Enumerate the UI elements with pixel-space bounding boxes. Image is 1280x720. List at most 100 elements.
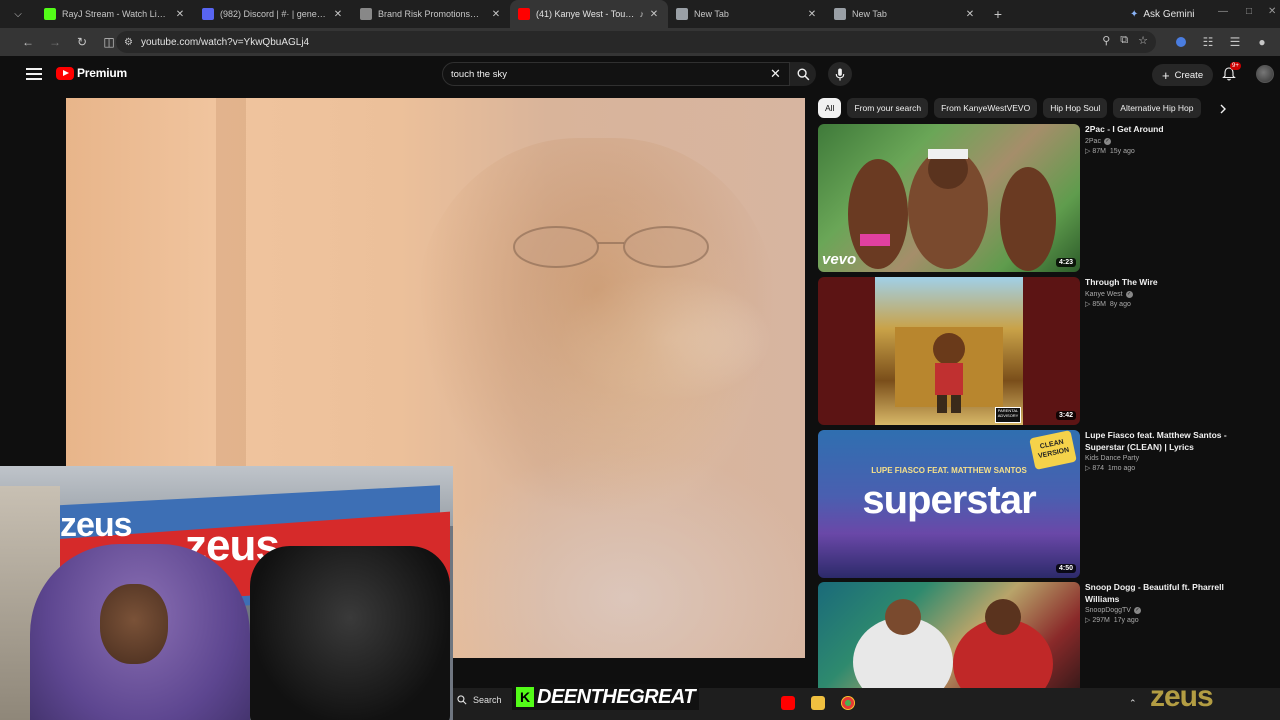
clear-search-icon[interactable]: ✕ [770, 66, 781, 82]
browser-tab[interactable]: Brand Risk Promotions™ Event: ✕ [352, 0, 510, 28]
close-tab-icon[interactable]: ✕ [332, 9, 344, 20]
reload-icon[interactable]: ↻ [70, 30, 94, 54]
channel-name[interactable]: Kanye West ✓ [1085, 290, 1235, 298]
account-avatar[interactable] [1256, 65, 1274, 83]
duration-badge: 4:23 [1055, 258, 1076, 267]
close-tab-icon[interactable]: ✕ [490, 9, 502, 20]
video-thumbnail[interactable]: PARENTAL ADVISORY 3:42 [818, 277, 1080, 425]
filter-chip[interactable]: Hip Hop Soul [1043, 98, 1108, 118]
zoom-icon[interactable]: ⚲ [1102, 34, 1110, 47]
channel-label: SnoopDoggTV [1085, 607, 1131, 614]
video-frame-detail [416, 138, 776, 518]
duration-badge: 4:50 [1055, 564, 1076, 573]
verified-icon: ✓ [1133, 607, 1141, 614]
url-text: youtube.com/watch?v=YkwQbuAGLj4 [140, 36, 310, 48]
channel-label: Kanye West [1085, 290, 1123, 298]
kick-logo: K [516, 687, 534, 707]
install-app-icon[interactable]: ⧉ [1120, 34, 1128, 47]
recommendation-item[interactable]: Snoop Dogg - Beautiful ft. Pharrell Will… [818, 582, 1238, 688]
tab-search-icon[interactable]: ⌵ [0, 0, 36, 28]
filter-chip[interactable]: All [818, 98, 842, 118]
bookmark-star-icon[interactable]: ☆ [1138, 34, 1148, 47]
filter-chip[interactable]: From your search [847, 98, 929, 118]
bear-mascot-art [895, 327, 1003, 413]
screen: ⌵ RayJ Stream - Watch Live on Ki✕(982) D… [0, 0, 1280, 720]
video-title[interactable]: Through The Wire [1085, 277, 1235, 289]
address-bar[interactable]: ⚙ youtube.com/watch?v=YkwQbuAGLj4 ⚲ ⧉ ☆ [116, 31, 1156, 53]
search-button[interactable] [790, 62, 816, 86]
channel-label: 2Pac [1085, 137, 1101, 145]
vevo-logo: vevo [822, 251, 857, 268]
browser-tab[interactable]: (41) Kanye West - Touch Th ♪ ✕ [510, 0, 668, 28]
browser-tab[interactable]: New Tab ✕ [826, 0, 984, 28]
video-thumbnail[interactable]: LUPE FIASCO FEAT. MATTHEW SANTOS superst… [818, 430, 1080, 578]
upload-age: 15y ago [1109, 147, 1135, 155]
close-tab-icon[interactable]: ✕ [806, 9, 818, 20]
channel-name[interactable]: Kids Dance Party [1085, 455, 1235, 462]
duration-badge: 3:42 [1055, 411, 1076, 420]
extensions-puzzle-icon[interactable]: ☷ [1196, 30, 1220, 54]
menu-icon[interactable] [26, 68, 42, 80]
video-thumbnail[interactable]: vevo 4:23 [818, 124, 1080, 272]
video-frame-detail [513, 226, 709, 268]
site-info-icon[interactable]: ⚙ [124, 37, 133, 48]
back-icon[interactable]: ← [16, 30, 40, 54]
gaming-chair [250, 546, 450, 720]
chevron-right-icon[interactable] [1214, 100, 1232, 118]
search-input[interactable]: touch the sky [442, 62, 790, 86]
upload-age: 8y ago [1109, 300, 1131, 308]
youtube-play-icon [56, 66, 74, 80]
video-stats: ▷ 297M 17y ago [1085, 617, 1139, 624]
video-thumbnail[interactable] [818, 582, 1080, 688]
reading-list-icon[interactable]: ☰ [1223, 30, 1247, 54]
profile-icon[interactable]: ● [1250, 30, 1274, 54]
close-tab-icon[interactable]: ✕ [964, 9, 976, 20]
search-icon [797, 68, 809, 80]
video-stats: ▷ 87M 15y ago [1085, 147, 1135, 155]
file-explorer-icon[interactable] [811, 696, 825, 710]
extension-icon[interactable] [1169, 30, 1193, 54]
create-button[interactable]: + Create [1152, 64, 1214, 86]
filter-chip[interactable]: From KanyeWestVEVO [934, 98, 1038, 118]
filter-chip[interactable]: Alternative Hip Hop [1113, 98, 1201, 118]
video-title[interactable]: Snoop Dogg - Beautiful ft. Pharrell Will… [1085, 582, 1235, 605]
youtube-favicon-icon [518, 8, 530, 20]
chevron-up-icon[interactable]: ⌃ [1129, 698, 1139, 708]
recommendation-item[interactable]: PARENTAL ADVISORY 3:42 Through The Wire K… [818, 277, 1238, 425]
minimize-icon[interactable]: — [1218, 6, 1228, 17]
browser-tab[interactable]: RayJ Stream - Watch Live on Ki ✕ [36, 0, 194, 28]
chrome-icon[interactable] [841, 696, 855, 710]
clean-version-badge: CLEAN VERSION [1029, 430, 1077, 471]
new-tab-button[interactable]: + [984, 6, 1012, 22]
create-label: Create [1174, 69, 1204, 81]
chrome-favicon-icon [834, 8, 846, 20]
browser-tab[interactable]: (982) Discord | #· | general | ✕ [194, 0, 352, 28]
youtube-app-icon[interactable] [781, 696, 795, 710]
maximize-icon[interactable]: □ [1246, 6, 1252, 17]
forward-icon[interactable]: → [43, 30, 67, 54]
brand-favicon-icon [360, 8, 372, 20]
browser-tab[interactable]: New Tab ✕ [668, 0, 826, 28]
tab-audio-icon[interactable]: ♪ [640, 9, 645, 19]
youtube-logo[interactable]: Premium [56, 66, 127, 80]
tab-label: RayJ Stream - Watch Live on Ki [62, 9, 170, 19]
chrome-favicon-icon [676, 8, 688, 20]
taskbar-search[interactable]: Search [457, 695, 502, 705]
voice-search-button[interactable] [828, 62, 852, 86]
verified-icon: ✓ [1103, 137, 1111, 145]
tab-list: RayJ Stream - Watch Live on Ki✕(982) Dis… [36, 0, 984, 28]
channel-name[interactable]: SnoopDoggTV ✓ [1085, 607, 1235, 614]
close-tab-icon[interactable]: ✕ [174, 9, 186, 20]
video-title[interactable]: 2Pac - I Get Around [1085, 124, 1235, 136]
channel-name[interactable]: 2Pac ✓ [1085, 137, 1235, 145]
notification-badge: 9+ [1230, 62, 1241, 70]
ask-gemini-button[interactable]: ✦ Ask Gemini [1122, 4, 1203, 24]
video-stats: ▷ 85M 8y ago [1085, 300, 1131, 308]
thumbnail-art [848, 149, 1056, 271]
tab-label: (41) Kanye West - Touch Th [536, 9, 637, 19]
video-title[interactable]: Lupe Fiasco feat. Matthew Santos - Super… [1085, 430, 1235, 453]
close-tab-icon[interactable]: ✕ [648, 9, 660, 20]
recommendation-item[interactable]: LUPE FIASCO FEAT. MATTHEW SANTOS superst… [818, 430, 1238, 578]
recommendation-item[interactable]: vevo 4:23 2Pac - I Get Around 2Pac ✓ ▷ 87… [818, 124, 1238, 272]
close-window-icon[interactable]: ✕ [1268, 6, 1276, 17]
